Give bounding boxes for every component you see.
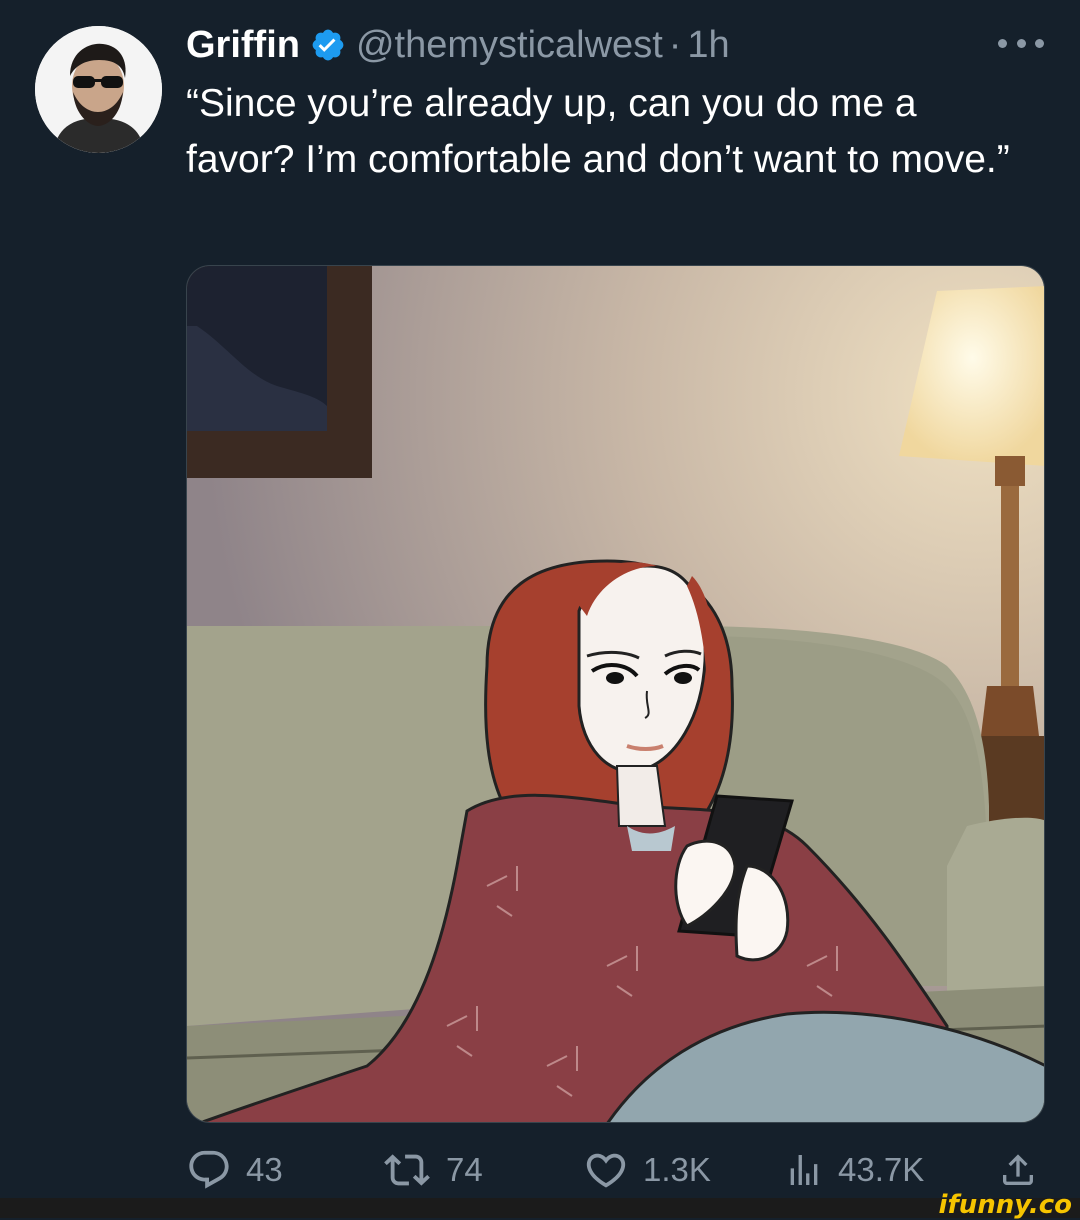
tweet-actions: 43 74 1.3K 43.7K [186, 1140, 1046, 1200]
retweet-button[interactable]: 74 [382, 1140, 483, 1200]
tweet-text: “Since you’re already up, can you do me … [186, 82, 1010, 181]
like-icon [586, 1153, 626, 1188]
more-icon[interactable] [998, 28, 1044, 58]
views-button[interactable]: 43.7K [784, 1140, 924, 1200]
more-dot [998, 38, 1007, 48]
separator: · [668, 23, 682, 66]
illustration [187, 266, 1044, 1122]
watermark: ifunny.co [938, 1190, 1072, 1220]
avatar[interactable] [35, 26, 162, 153]
share-icon [1003, 1154, 1033, 1185]
retweet-icon [384, 1154, 430, 1186]
more-dot [1016, 38, 1026, 48]
display-name[interactable]: Griffin [186, 24, 300, 67]
retweet-count: 74 [446, 1151, 483, 1188]
views-count: 43.7K [838, 1151, 925, 1188]
reply-icon [189, 1150, 229, 1189]
watermark-bar [0, 1198, 1080, 1218]
handle[interactable]: @themysticalwest [356, 24, 663, 67]
reply-button[interactable]: 43 [186, 1140, 283, 1200]
tweet: Griffin @themysticalwest · 1h “Since you… [0, 0, 1080, 1198]
like-button[interactable]: 1.3K [583, 1140, 711, 1200]
more-dot [1035, 38, 1044, 48]
tweet-media-image[interactable] [186, 265, 1045, 1123]
avatar-image [35, 26, 162, 153]
like-count: 1.3K [643, 1151, 711, 1188]
tweet-header: Griffin @themysticalwest · 1h [186, 20, 730, 70]
views-icon [790, 1155, 818, 1185]
verified-badge-icon [310, 27, 346, 63]
timestamp[interactable]: 1h [687, 24, 729, 67]
reply-count: 43 [246, 1151, 283, 1188]
